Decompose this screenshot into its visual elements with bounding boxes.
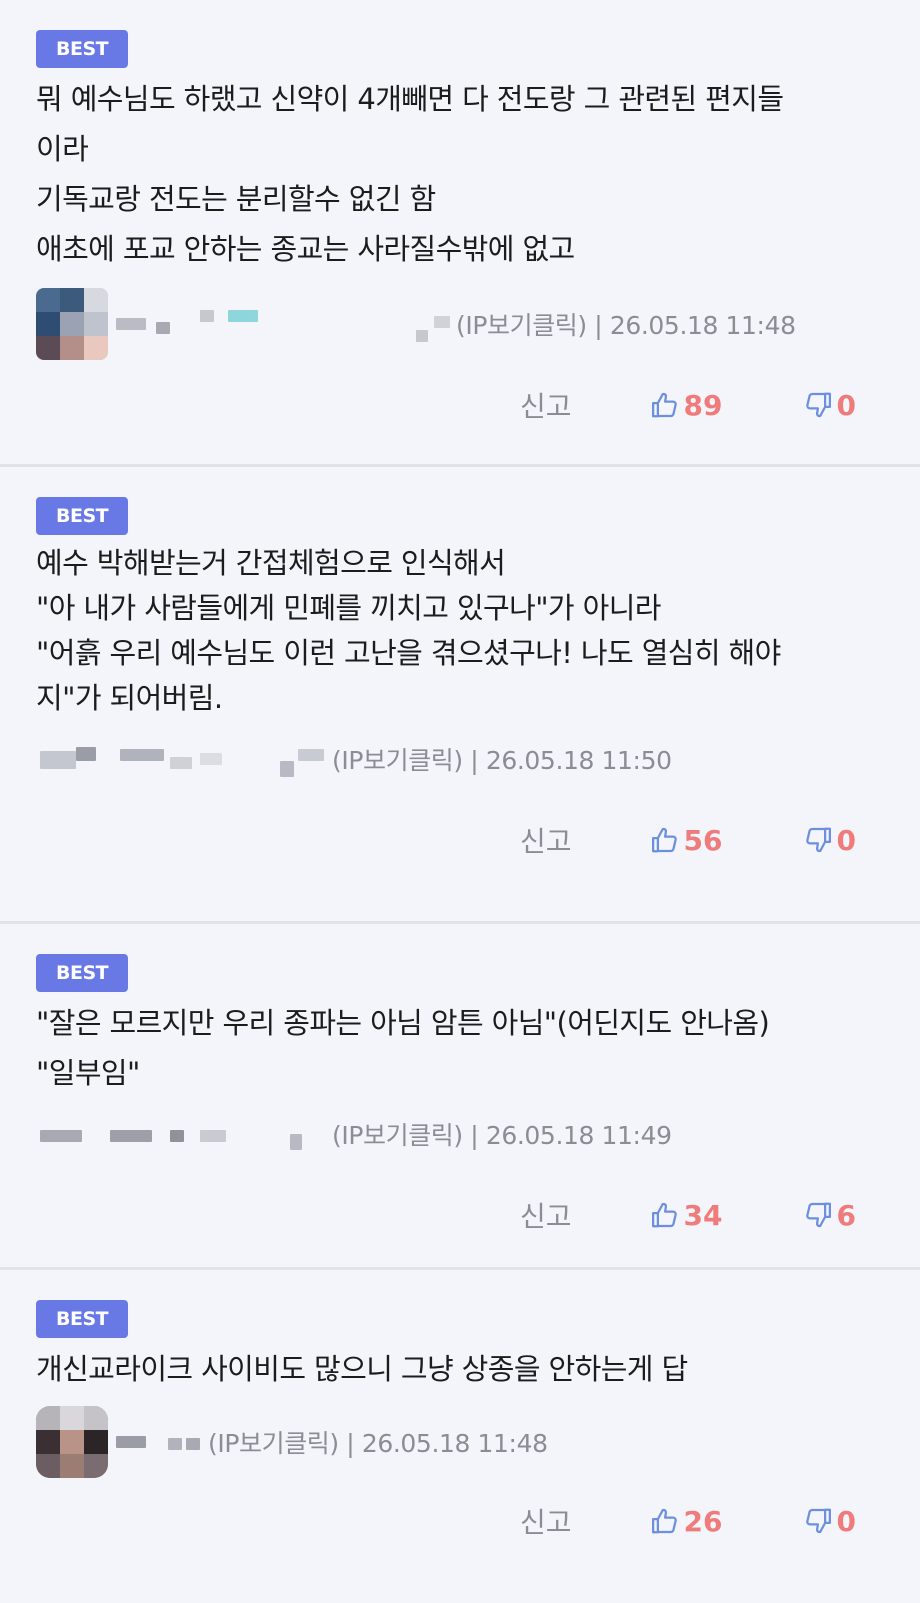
comment-meta-info[interactable]: (IP보기클릭) | 26.05.18 11:48 <box>208 1424 548 1460</box>
like-button[interactable]: 56 <box>650 824 723 857</box>
comment-line: 이라 <box>36 132 89 166</box>
comment-actions: 신고 26 0 <box>36 1478 920 1564</box>
like-count: 34 <box>683 1198 723 1232</box>
like-button[interactable]: 89 <box>650 389 723 422</box>
thumbs-up-icon <box>650 1200 680 1230</box>
dislike-count: 0 <box>836 388 856 422</box>
comment-line: "아 내가 사람들에게 민폐를 끼치고 있구나"가 아니라 <box>36 591 661 625</box>
comment-line: 애초에 포교 안하는 종교는 사라질수밖에 없고 <box>36 232 575 266</box>
comment-item: BEST 예수 박해받는거 간접체험으로 인식해서 "아 내가 사람들에게 민폐… <box>0 467 920 924</box>
like-button[interactable]: 26 <box>650 1505 723 1538</box>
masked-nickname[interactable] <box>116 304 456 344</box>
masked-nickname[interactable] <box>40 1114 332 1154</box>
best-badge: BEST <box>36 497 129 535</box>
comment-line: 기독교랑 전도는 분리할수 없긴 함 <box>36 182 436 216</box>
masked-nickname[interactable] <box>40 739 332 779</box>
comment-meta-info[interactable]: (IP보기클릭) | 26.05.18 11:48 <box>456 306 796 342</box>
comment-item: BEST 뭐 예수님도 하랬고 신약이 4개빼면 다 전도랑 그 관련된 편지들… <box>0 0 920 467</box>
best-badge: BEST <box>36 1300 129 1338</box>
thumbs-down-icon <box>803 390 833 420</box>
dislike-button[interactable]: 0 <box>803 389 856 422</box>
comment-line: "일부임" <box>36 1056 140 1090</box>
like-count: 89 <box>683 388 723 422</box>
thumbs-up-icon <box>650 825 680 855</box>
comment-meta-info[interactable]: (IP보기클릭) | 26.05.18 11:50 <box>332 741 672 777</box>
comment-meta: (IP보기클릭) | 26.05.18 11:48 <box>36 1406 884 1478</box>
dislike-button[interactable]: 0 <box>803 1505 856 1538</box>
dislike-count: 6 <box>836 1198 856 1232</box>
comment-item: BEST "잘은 모르지만 우리 종파는 아님 암튼 아님"(어딘지도 안나옴)… <box>0 924 920 1270</box>
like-button[interactable]: 34 <box>650 1199 723 1232</box>
report-button[interactable]: 신고 <box>520 820 572 860</box>
thumbs-up-icon <box>650 1506 680 1536</box>
comment-actions: 신고 34 6 <box>36 1170 920 1260</box>
comment-line: 지"가 되어버림. <box>36 681 223 715</box>
avatar[interactable] <box>36 288 108 360</box>
comment-line: 뭐 예수님도 하랬고 신약이 4개빼면 다 전도랑 그 관련된 편지들 <box>36 82 784 116</box>
comment-item: BEST 개신교라이크 사이비도 많으니 그냥 상종을 안하는게 답 (IP보기… <box>0 1270 920 1603</box>
comment-text: 예수 박해받는거 간접체험으로 인식해서 "아 내가 사람들에게 민폐를 끼치고… <box>36 541 884 721</box>
report-button[interactable]: 신고 <box>520 385 572 425</box>
comment-text: 뭐 예수님도 하랬고 신약이 4개빼면 다 전도랑 그 관련된 편지들 이라 기… <box>36 74 884 274</box>
comment-meta: (IP보기클릭) | 26.05.18 11:50 <box>36 723 884 795</box>
comment-line: 예수 박해받는거 간접체험으로 인식해서 <box>36 546 506 580</box>
comment-text: 개신교라이크 사이비도 많으니 그냥 상종을 안하는게 답 <box>36 1344 884 1394</box>
comment-line: "어흙 우리 예수님도 이런 고난을 겪으셨구나! 나도 열심히 해야 <box>36 636 781 670</box>
report-button[interactable]: 신고 <box>520 1195 572 1235</box>
comment-line: 개신교라이크 사이비도 많으니 그냥 상종을 안하는게 답 <box>36 1352 688 1386</box>
avatar[interactable] <box>36 1406 108 1478</box>
dislike-button[interactable]: 6 <box>803 1199 856 1232</box>
comment-meta: (IP보기클릭) | 26.05.18 11:48 <box>36 288 884 360</box>
masked-nickname[interactable] <box>116 1422 208 1462</box>
thumbs-up-icon <box>650 390 680 420</box>
dislike-count: 0 <box>836 823 856 857</box>
like-count: 56 <box>683 823 723 857</box>
dislike-count: 0 <box>836 1504 856 1538</box>
best-badge: BEST <box>36 30 129 68</box>
like-count: 26 <box>683 1504 723 1538</box>
comment-actions: 신고 56 0 <box>36 795 920 885</box>
comment-text: "잘은 모르지만 우리 종파는 아님 암튼 아님"(어딘지도 안나옴) "일부임… <box>36 998 884 1098</box>
report-button[interactable]: 신고 <box>520 1501 572 1541</box>
thumbs-down-icon <box>803 1200 833 1230</box>
comment-line: "잘은 모르지만 우리 종파는 아님 암튼 아님"(어딘지도 안나옴) <box>36 1006 770 1040</box>
comment-meta: (IP보기클릭) | 26.05.18 11:49 <box>36 1098 884 1170</box>
dislike-button[interactable]: 0 <box>803 824 856 857</box>
thumbs-down-icon <box>803 825 833 855</box>
thumbs-down-icon <box>803 1506 833 1536</box>
comment-list: BEST 뭐 예수님도 하랬고 신약이 4개빼면 다 전도랑 그 관련된 편지들… <box>0 0 920 1603</box>
comment-actions: 신고 89 0 <box>36 360 920 450</box>
comment-meta-info[interactable]: (IP보기클릭) | 26.05.18 11:49 <box>332 1116 672 1152</box>
best-badge: BEST <box>36 954 129 992</box>
